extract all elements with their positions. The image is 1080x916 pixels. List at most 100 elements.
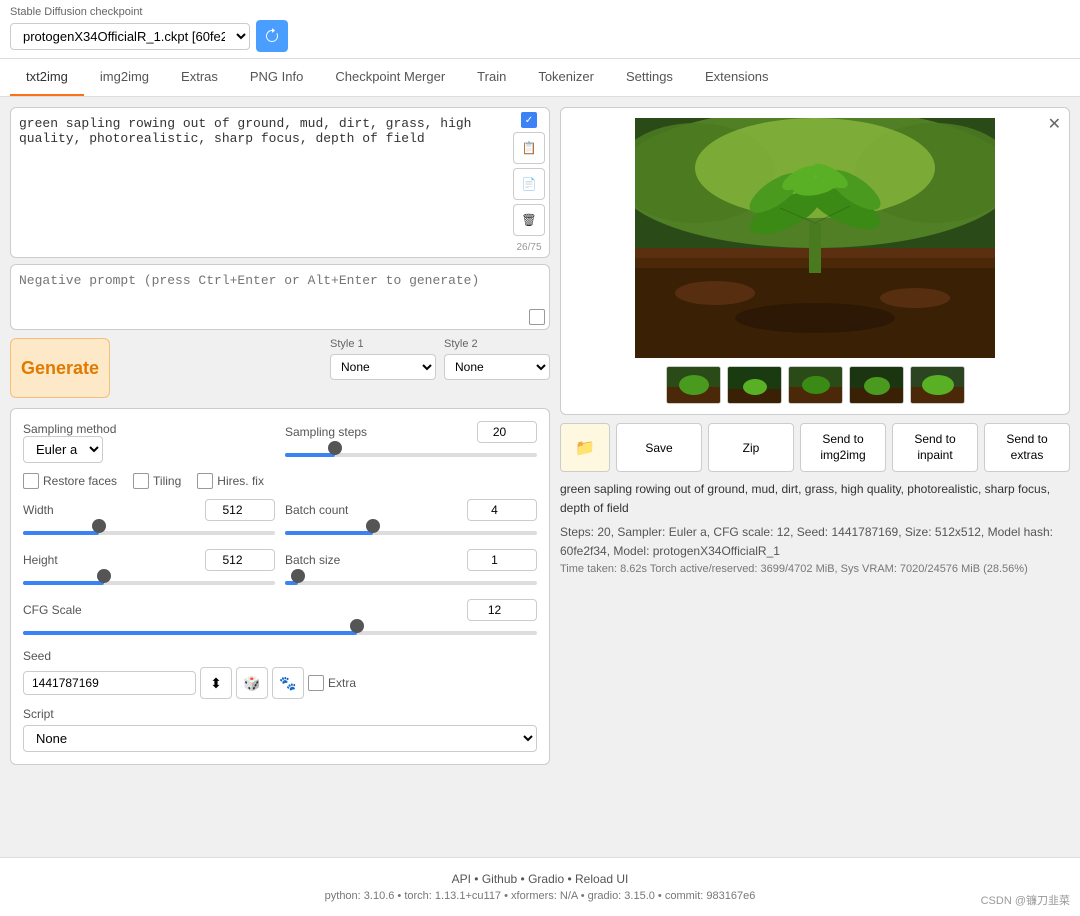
thumbnail-2[interactable] [727,366,782,404]
footer-sep3: • [567,872,575,886]
tiling-checkbox[interactable]: Tiling [133,473,181,489]
cfg-scale-label: CFG Scale [23,603,82,617]
token-count: 26/75 [516,242,541,253]
footer-reload-link[interactable]: Reload UI [575,872,628,886]
paste-icon-btn[interactable]: 📄 [513,168,545,200]
height-input[interactable] [205,549,275,571]
close-image-button[interactable]: ✕ [1048,114,1061,134]
footer-api-link[interactable]: API [452,872,471,886]
width-slider[interactable] [23,525,275,541]
footer-sep2: • [521,872,529,886]
image-container: ✕ [560,107,1070,415]
delete-icon-btn[interactable]: 🗑 [513,204,545,236]
tab-train[interactable]: Train [461,59,522,96]
cfg-scale-input[interactable] [467,599,537,621]
positive-prompt-input[interactable] [19,116,501,166]
generate-col: Generate [10,338,322,398]
generated-image[interactable] [635,118,995,358]
output-info: green sapling rowing out of ground, mud,… [560,480,1070,578]
seed-arrows-btn[interactable]: ⬍ [200,667,232,699]
sampling-steps-input[interactable] [477,421,537,443]
thumbnail-3[interactable] [788,366,843,404]
batch-size-slider[interactable] [285,575,537,591]
footer-gradio-link[interactable]: Gradio [528,872,564,886]
watermark: CSDN @镰刀韭菜 [981,892,1070,908]
script-label: Script [23,707,537,721]
width-fill [23,531,99,535]
batch-count-slider[interactable] [285,525,537,541]
copy-icon-btn[interactable]: 📋 [513,132,545,164]
open-folder-button[interactable]: 📁 [560,423,610,472]
send-to-img2img-button[interactable]: Send to img2img [800,423,886,472]
seed-input[interactable] [23,671,196,695]
sampling-method-label: Sampling method [23,422,275,436]
height-slider[interactable] [23,575,275,591]
send-to-extras-button[interactable]: Send to extras [984,423,1070,472]
batch-count-label: Batch count [285,503,348,517]
seed-row: Seed ⬍ 🎲 🐾 Extra [23,649,537,699]
batch-size-knob[interactable] [291,569,305,583]
sampling-method-select[interactable]: Euler a [23,436,103,463]
batch-count-knob[interactable] [366,519,380,533]
style-labels-row: Style 1 Style 2 [330,338,550,350]
thumbnail-5[interactable] [910,366,965,404]
negative-prompt-checkbox[interactable] [529,309,545,325]
script-group: Script None [23,707,537,752]
output-time: Time taken: 8.62s Torch active/reserved:… [560,561,1070,579]
cfg-scale-knob[interactable] [350,619,364,633]
send-to-inpaint-button[interactable]: Send to inpaint [892,423,978,472]
negative-prompt-input[interactable] [19,273,517,318]
tiling-check[interactable] [133,473,149,489]
style2-select[interactable]: None [444,354,550,380]
width-input[interactable] [205,499,275,521]
batch-count-input[interactable] [467,499,537,521]
styles-col: Style 1 Style 2 None None [330,338,550,398]
seed-dice-btn[interactable]: 🎲 [236,667,268,699]
tab-settings[interactable]: Settings [610,59,689,96]
sampling-method-group: Sampling method Euler a [23,422,275,463]
tab-img2img[interactable]: img2img [84,59,165,96]
save-button[interactable]: Save [616,423,702,472]
cfg-scale-fill [23,631,357,635]
seed-extra-btn[interactable]: 🐾 [272,667,304,699]
tab-extensions[interactable]: Extensions [689,59,785,96]
sampling-steps-knob[interactable] [328,441,342,455]
footer-github-link[interactable]: Github [482,872,517,886]
batch-col: Batch count Batch size [285,499,537,591]
checkpoint-select[interactable]: protogenX34OfficialR_1.ckpt [60fe2f34] [10,23,250,50]
extra-check[interactable] [308,675,324,691]
cfg-scale-slider[interactable] [23,625,537,641]
checkpoint-label: Stable Diffusion checkpoint [10,6,1070,18]
tab-png-info[interactable]: PNG Info [234,59,319,96]
right-panel: ✕ [560,107,1070,847]
thumbnail-4[interactable] [849,366,904,404]
refresh-button[interactable] [256,20,288,52]
thumbnail-1[interactable] [666,366,721,404]
tab-extras[interactable]: Extras [165,59,234,96]
script-select[interactable]: None [23,725,537,752]
positive-prompt-checkbox[interactable]: ✓ [521,112,537,128]
hires-fix-check[interactable] [197,473,213,489]
seed-label: Seed [23,649,356,663]
restore-faces-check[interactable] [23,473,39,489]
style1-select[interactable]: None [330,354,436,380]
height-knob[interactable] [97,569,111,583]
footer-sep1: • [474,872,482,886]
output-meta: Steps: 20, Sampler: Euler a, CFG scale: … [560,523,1070,561]
sampling-steps-slider[interactable] [285,447,537,463]
generate-button[interactable]: Generate [10,338,110,398]
extra-checkbox[interactable]: Extra [308,675,356,691]
style2-label: Style 2 [444,338,550,350]
batch-size-input[interactable] [467,549,537,571]
hires-fix-checkbox[interactable]: Hires. fix [197,473,264,489]
sampling-steps-label: Sampling steps [285,425,367,439]
tab-checkpoint-merger[interactable]: Checkpoint Merger [319,59,461,96]
restore-faces-checkbox[interactable]: Restore faces [23,473,117,489]
tab-tokenizer[interactable]: Tokenizer [522,59,610,96]
footer-sub: python: 3.10.6 • torch: 1.13.1+cu117 • x… [14,890,1066,902]
zip-button[interactable]: Zip [708,423,794,472]
tab-txt2img[interactable]: txt2img [10,59,84,96]
width-knob[interactable] [92,519,106,533]
footer-links: API • Github • Gradio • Reload UI [14,872,1066,886]
positive-prompt-wrapper: ✓ 📋 📄 🗑 26/75 [10,107,550,258]
